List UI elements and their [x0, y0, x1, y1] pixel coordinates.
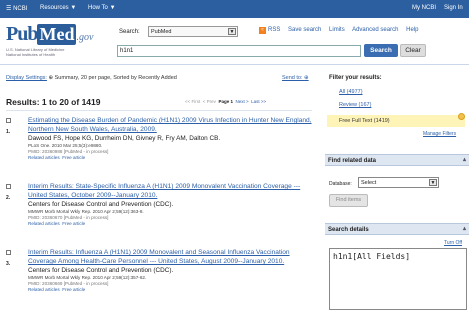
- result-title-link[interactable]: Interim Results: Influenza A (H1N1) 2009…: [28, 248, 312, 266]
- pager-last[interactable]: Last >>: [251, 99, 266, 104]
- sign-in-link[interactable]: Sign In: [444, 5, 463, 11]
- search-label: Search:: [119, 29, 140, 35]
- database-label: Database:: [329, 181, 352, 187]
- chevron-down-icon: ⊕: [304, 75, 309, 81]
- result-authors: Dawood FS, Hope KG, Durrheim DN, Givney …: [28, 135, 221, 142]
- display-settings-bar: Display Settings: ⊕ Summary, 20 per page…: [6, 75, 177, 81]
- database-select[interactable]: PubMed ▼: [148, 26, 238, 37]
- my-ncbi-link[interactable]: My NCBI: [412, 5, 436, 11]
- result-number: 2.: [6, 195, 11, 201]
- search-tools: ≈ RSS Save search Limits Advanced search …: [259, 27, 424, 34]
- search-button[interactable]: Search: [364, 44, 398, 57]
- resources-menu[interactable]: Resources ▼: [40, 5, 76, 11]
- result-body: Estimating the Disease Burden of Pandemi…: [28, 116, 312, 161]
- filter-review[interactable]: Review (167): [339, 102, 371, 108]
- results-divider: [6, 110, 312, 111]
- pagination: << First < Prev Page 1 Next > Last >>: [185, 99, 266, 104]
- rss-icon[interactable]: ≈: [259, 27, 266, 34]
- filter-title: Filter your results:: [329, 75, 382, 81]
- result-number: 3.: [6, 261, 11, 267]
- send-to-menu[interactable]: Send to: ⊕: [282, 75, 309, 81]
- find-related-data-header[interactable]: Find related data ▴: [325, 154, 469, 166]
- related-articles-link[interactable]: Related articles: [28, 221, 60, 226]
- help-link[interactable]: Help: [406, 27, 418, 33]
- result-checkbox[interactable]: [6, 118, 11, 123]
- find-related-data-title: Find related data: [328, 158, 377, 164]
- related-articles-link[interactable]: Related articles: [28, 287, 60, 292]
- send-to-label: Send to:: [282, 75, 303, 81]
- search-details-textarea[interactable]: h1n1[All Fields]: [329, 248, 467, 310]
- result-body: Interim Results: Influenza A (H1N1) 2009…: [28, 248, 312, 293]
- pubmed-header: Pub Med .gov U.S. National Library of Medi…: [0, 18, 469, 65]
- free-article-link[interactable]: Free article: [62, 221, 85, 226]
- search-details-header[interactable]: Search details ▴: [325, 223, 469, 235]
- chevron-down-icon: ▼: [70, 5, 77, 11]
- result-title-link[interactable]: Estimating the Disease Burden of Pandemi…: [28, 116, 312, 134]
- result-authors: Centers for Disease Control and Preventi…: [28, 201, 174, 208]
- chevron-down-icon: ▼: [228, 28, 236, 35]
- result-checkbox[interactable]: [6, 184, 11, 189]
- filter-free-full-text[interactable]: Free Full Text (1419): [327, 115, 465, 127]
- related-database-select[interactable]: Select ▼: [358, 177, 439, 188]
- howto-menu[interactable]: How To ▼: [88, 5, 116, 11]
- chevron-down-icon: ▼: [429, 179, 437, 186]
- related-database-value: Select: [361, 180, 377, 186]
- howto-label: How To: [88, 5, 108, 11]
- result-authors: Centers for Disease Control and Preventi…: [28, 267, 174, 274]
- result-body: Interim Results: State-Specific Influenz…: [28, 182, 312, 227]
- pager-first[interactable]: << First: [185, 99, 200, 104]
- result-links: Related articles Free article: [28, 221, 312, 227]
- pubmed-logo[interactable]: Pub Med .gov U.S. National Library of Medi…: [6, 23, 93, 57]
- filter-all[interactable]: All (4977): [339, 89, 363, 95]
- pager-next[interactable]: Next >: [235, 99, 248, 104]
- ncbi-home-link[interactable]: ☰ NCBI: [6, 5, 27, 12]
- results-count-title: Results: 1 to 20 of 1419: [6, 97, 101, 107]
- rss-link[interactable]: RSS: [268, 27, 280, 33]
- display-settings-summary: Summary, 20 per page, Sorted by Recently…: [54, 75, 177, 81]
- result-number: 1.: [6, 129, 11, 135]
- find-items-button[interactable]: Find items: [329, 194, 368, 207]
- pager-prev[interactable]: < Prev: [203, 99, 216, 104]
- advanced-search-link[interactable]: Advanced search: [352, 27, 398, 33]
- result-checkbox[interactable]: [6, 250, 11, 255]
- related-articles-link[interactable]: Related articles: [28, 155, 60, 160]
- limits-link[interactable]: Limits: [329, 27, 345, 33]
- logo-med: Med: [37, 24, 77, 45]
- clear-button[interactable]: Clear: [400, 44, 426, 57]
- logo-subtitle-line2: National Institutes of Health: [6, 52, 55, 57]
- result-title-link[interactable]: Interim Results: State-Specific Influenz…: [28, 182, 312, 200]
- ncbi-label: NCBI: [13, 6, 28, 12]
- save-search-link[interactable]: Save search: [288, 27, 321, 33]
- logo-gov: .gov: [76, 32, 94, 43]
- active-filter-dot-icon: [458, 113, 465, 120]
- collapse-icon[interactable]: ▴: [463, 225, 466, 232]
- logo-pub: Pub: [6, 23, 38, 45]
- search-input[interactable]: h1n1: [117, 45, 361, 57]
- turn-off-link[interactable]: Turn Off: [444, 240, 462, 246]
- chevron-down-icon[interactable]: ⊕: [49, 75, 54, 81]
- logo-subtitle: U.S. National Library of Medicine Nation…: [6, 47, 93, 57]
- chevron-down-icon: ▼: [109, 5, 116, 11]
- search-details-title: Search details: [328, 227, 369, 233]
- ncbi-logo-icon: ☰: [6, 6, 12, 12]
- result-links: Related articles Free article: [28, 287, 312, 293]
- free-article-link[interactable]: Free article: [62, 287, 85, 292]
- result-links: Related articles Free article: [28, 155, 312, 161]
- free-article-link[interactable]: Free article: [62, 155, 85, 160]
- ncbi-top-bar: ☰ NCBI Resources ▼ How To ▼ My NCBI Sign…: [0, 0, 469, 18]
- resources-label: Resources: [40, 5, 69, 11]
- collapse-icon[interactable]: ▴: [463, 156, 466, 163]
- manage-filters-link[interactable]: Manage Filters: [423, 131, 456, 137]
- display-settings-link[interactable]: Display Settings:: [6, 75, 47, 81]
- database-value: PubMed: [151, 29, 172, 35]
- pager-current-page: Page 1: [218, 99, 233, 104]
